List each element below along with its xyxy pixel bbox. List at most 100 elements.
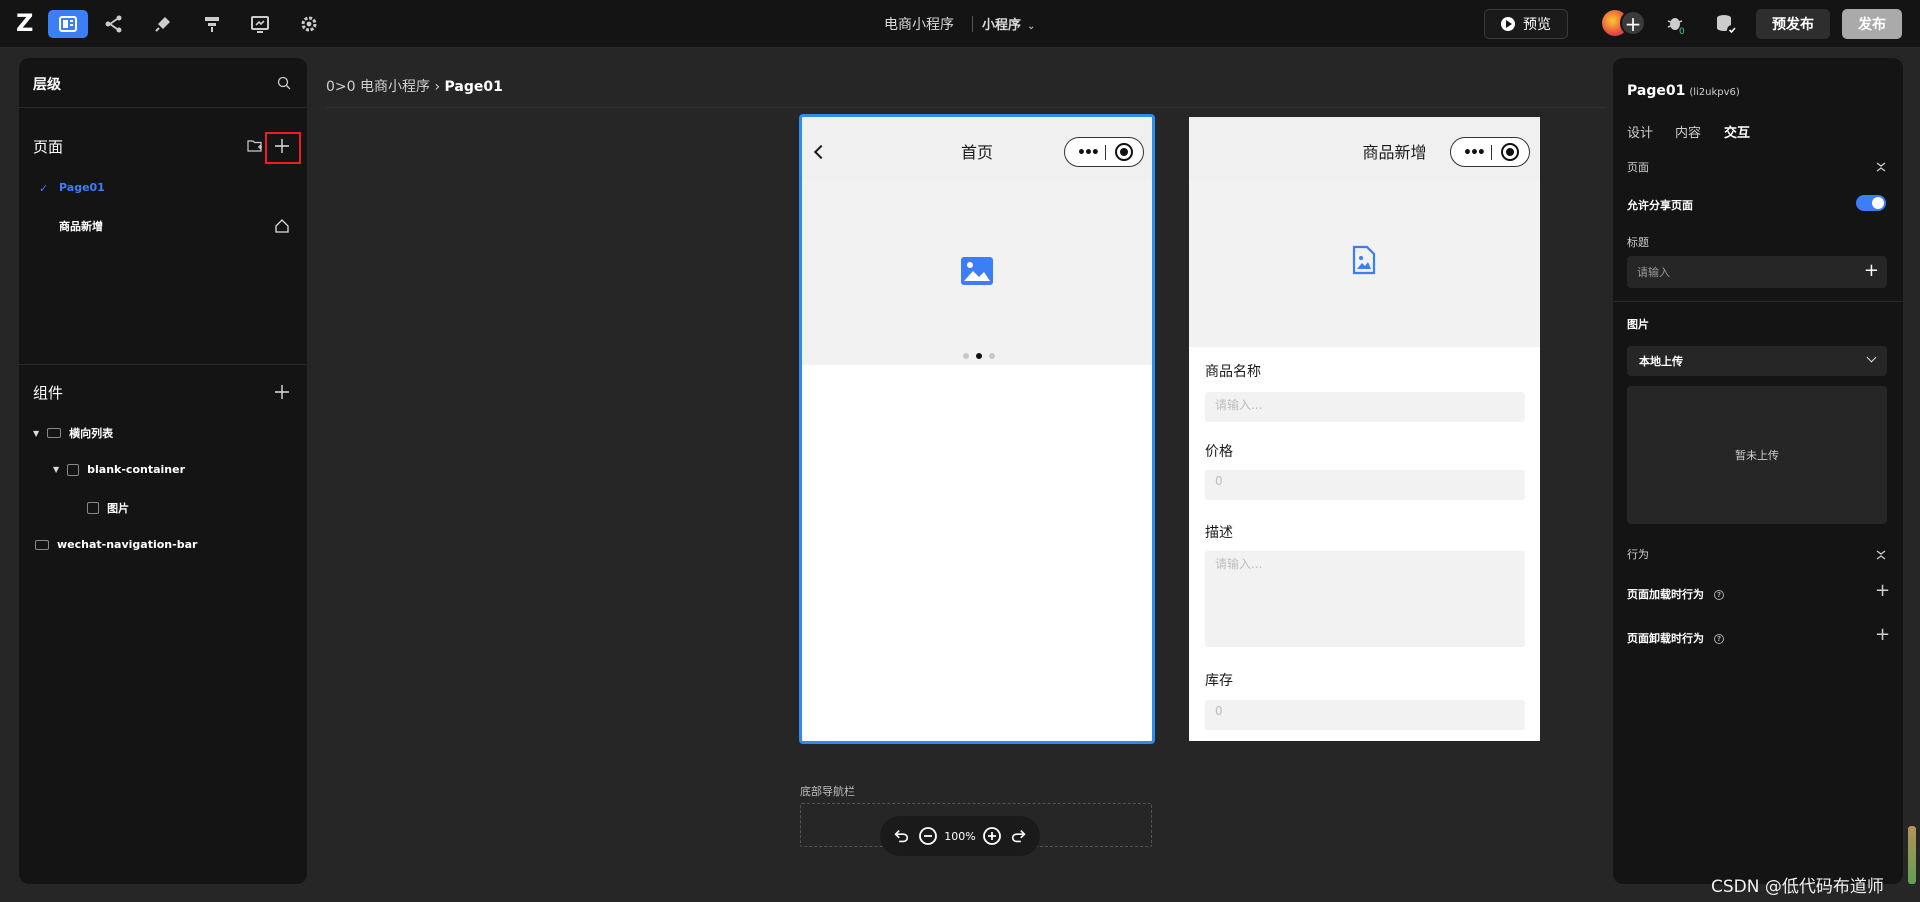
- collapse-icon[interactable]: [1875, 161, 1887, 173]
- scroll-indicator[interactable]: [1908, 826, 1916, 884]
- app-logo[interactable]: Z: [16, 10, 40, 36]
- preview-label: 预览: [1523, 17, 1551, 33]
- swiper-dot-active: [976, 353, 982, 359]
- layer-panel-header: 层级: [19, 58, 307, 108]
- title-input[interactable]: 请输入 +: [1627, 256, 1887, 288]
- layer-panel: 层级 页面 ✓ Page01 商品新增 组件 ▼ 横向列表 ▼ blank-co…: [19, 58, 307, 884]
- title-divider: [972, 16, 973, 32]
- platform-label: 小程序: [982, 18, 1022, 33]
- stock-input[interactable]: 0: [1205, 700, 1525, 730]
- upload-empty-text: 暂未上传: [1735, 449, 1779, 462]
- add-on-unload-icon[interactable]: +: [1875, 624, 1890, 645]
- play-icon: [1501, 17, 1515, 31]
- on-load-behavior: 页面加载时行为?: [1627, 586, 1724, 602]
- add-component-icon[interactable]: [274, 384, 290, 400]
- share-toggle[interactable]: [1856, 195, 1886, 211]
- image-area[interactable]: [1189, 179, 1540, 347]
- field-label-description: 描述: [1205, 525, 1233, 541]
- publish-button[interactable]: 发布: [1842, 9, 1902, 39]
- close-capsule-icon: [1115, 143, 1133, 161]
- invite-plus-icon[interactable]: +: [1620, 10, 1646, 36]
- check-icon: ✓: [39, 182, 49, 195]
- phone-page01[interactable]: 首页 •••: [799, 114, 1155, 744]
- page-name: Page01: [1627, 83, 1686, 99]
- chevron-down-icon: [1866, 352, 1877, 363]
- tab-design[interactable]: 设计: [1627, 122, 1653, 141]
- wechat-capsule: •••: [1064, 137, 1144, 167]
- selected-page-title: Page01 (li2ukpv6): [1627, 83, 1740, 99]
- tab-interaction[interactable]: 交互: [1724, 122, 1750, 141]
- layout-icon[interactable]: [48, 10, 88, 38]
- add-variable-icon[interactable]: +: [1864, 260, 1879, 281]
- bug-debug-icon[interactable]: 0: [1664, 12, 1688, 36]
- zoom-out-icon[interactable]: [918, 826, 938, 846]
- home-icon[interactable]: [274, 218, 290, 234]
- wechat-capsule: •••: [1450, 137, 1530, 167]
- zoom-toolbar: 100%: [880, 816, 1040, 856]
- breadcrumb-separator: ›: [434, 79, 441, 95]
- page-item-page01[interactable]: Page01: [59, 181, 105, 194]
- watermark: CSDN @低代码布道师: [1711, 877, 1884, 897]
- image-label: 图片: [1627, 318, 1649, 331]
- tabbar-label: 底部导航栏: [800, 785, 855, 798]
- canvas-ruler-line: [326, 107, 1606, 108]
- tree-item-horizontal-list[interactable]: ▼ 横向列表: [33, 425, 113, 441]
- app-title: 电商小程序: [884, 17, 954, 33]
- name-input[interactable]: 请输入...: [1205, 392, 1525, 422]
- dashboard-icon[interactable]: [240, 10, 280, 38]
- settings-icon[interactable]: [289, 10, 329, 38]
- undo-icon[interactable]: [891, 826, 911, 846]
- collapse-icon[interactable]: [1875, 549, 1887, 561]
- field-label-name: 商品名称: [1205, 364, 1261, 380]
- tree-item-blank-container[interactable]: ▼ blank-container: [53, 463, 185, 476]
- title-label: 标题: [1627, 236, 1649, 249]
- phone-product-add[interactable]: 商品新增 ••• 商品名称 请输入... 价格 0 描述 请输入... 库存 0: [1189, 117, 1540, 741]
- image-upload-area[interactable]: 暂未上传: [1627, 386, 1887, 524]
- page-id: (li2ukpv6): [1689, 87, 1740, 98]
- search-icon[interactable]: [277, 76, 291, 90]
- expand-triangle-icon[interactable]: ▼: [53, 465, 59, 474]
- zoom-in-icon[interactable]: [982, 826, 1002, 846]
- plugin-icon[interactable]: [143, 10, 183, 38]
- chevron-down-icon: ⌄: [1027, 21, 1036, 32]
- database-check-icon[interactable]: [1714, 12, 1738, 36]
- breadcrumb-current: Page01: [444, 79, 503, 95]
- tree-item-navigation-bar[interactable]: wechat-navigation-bar: [35, 538, 197, 551]
- expand-triangle-icon[interactable]: ▼: [33, 429, 39, 438]
- add-on-load-icon[interactable]: +: [1875, 580, 1890, 601]
- container-icon: [67, 463, 80, 476]
- top-bar: Z 电商小程序 小程序 ⌄ 预览 + 0 预发布 发布: [0, 0, 1920, 48]
- image-icon: [87, 502, 100, 514]
- more-icon: •••: [1077, 145, 1100, 161]
- platform-selector[interactable]: 小程序 ⌄: [982, 14, 1035, 33]
- navigation-bar[interactable]: 商品新增 •••: [1189, 117, 1540, 179]
- add-page-highlight: [265, 132, 301, 164]
- field-label-price: 价格: [1205, 444, 1233, 460]
- breadcrumb-root[interactable]: 电商小程序: [360, 79, 430, 95]
- tree-item-label: blank-container: [87, 463, 186, 476]
- price-input[interactable]: 0: [1205, 470, 1525, 500]
- page-item-product-add[interactable]: 商品新增: [59, 218, 103, 234]
- prepublish-button[interactable]: 预发布: [1756, 9, 1830, 39]
- more-icon: •••: [1463, 145, 1486, 161]
- capsule-divider: [1491, 145, 1492, 160]
- navigation-bar[interactable]: 首页 •••: [802, 117, 1152, 179]
- on-unload-behavior: 页面卸载时行为?: [1627, 630, 1724, 646]
- on-load-label: 页面加载时行为: [1627, 588, 1704, 601]
- upload-source-select[interactable]: 本地上传: [1627, 346, 1887, 376]
- redo-icon[interactable]: [1009, 826, 1029, 846]
- help-icon[interactable]: ?: [1714, 590, 1724, 600]
- add-folder-icon[interactable]: [247, 138, 263, 154]
- tree-item-image[interactable]: ▼ 图片: [73, 500, 129, 516]
- image-swiper[interactable]: [802, 179, 1152, 365]
- preview-button[interactable]: 预览: [1484, 9, 1568, 39]
- help-icon[interactable]: ?: [1714, 634, 1724, 644]
- navbar-icon: [35, 539, 49, 550]
- description-textarea[interactable]: 请输入...: [1205, 551, 1525, 647]
- tree-item-label: wechat-navigation-bar: [57, 538, 198, 551]
- tab-content[interactable]: 内容: [1675, 122, 1701, 141]
- data-icon[interactable]: [192, 10, 232, 38]
- flow-icon[interactable]: [94, 10, 134, 38]
- panel-divider: [1613, 301, 1903, 302]
- behavior-section-label: 行为: [1627, 548, 1649, 561]
